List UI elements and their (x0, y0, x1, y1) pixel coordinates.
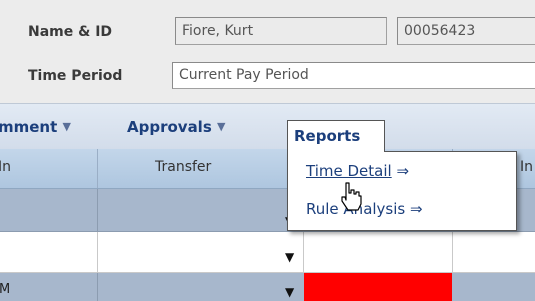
time-period-field[interactable]: Current Pay Period (172, 62, 535, 89)
transfer-dropdown-icon[interactable]: ▼ (285, 250, 294, 264)
cell-divider (452, 232, 453, 272)
employee-id-field[interactable]: 00056423 (397, 17, 535, 45)
time-period-label: Time Period (28, 68, 123, 84)
menu-reports-label: Reports (294, 127, 361, 145)
transfer-dropdown-icon[interactable]: ▼ (285, 285, 294, 299)
menu-comment[interactable]: mment ▼ (0, 118, 71, 136)
hand-cursor-icon (341, 182, 362, 211)
cell-divider (97, 273, 98, 301)
chevron-down-icon: ▼ (62, 120, 71, 133)
exception-cell[interactable] (304, 273, 452, 301)
cell-divider (303, 232, 304, 272)
name-id-label: Name & ID (28, 24, 113, 40)
menu-approvals-label: Approvals (127, 118, 212, 136)
reports-dropdown: Time Detail ⇒ Rule Analysis ⇒ (287, 151, 517, 231)
row-time-text: M (0, 282, 11, 297)
arrow-right-icon: ⇒ (396, 162, 410, 180)
time-detail-link[interactable]: Time Detail (306, 162, 392, 180)
menu-item-time-detail[interactable]: Time Detail ⇒ (306, 162, 409, 180)
name-field[interactable]: Fiore, Kurt (175, 17, 387, 45)
table-row: ▼ (0, 232, 535, 273)
menu-approvals[interactable]: Approvals ▼ (127, 118, 225, 136)
menu-reports[interactable]: Reports (287, 120, 385, 152)
arrow-right-icon: ⇒ (410, 200, 423, 218)
column-in[interactable]: In (0, 159, 11, 175)
table-row: M ▼ (0, 273, 535, 301)
chevron-down-icon: ▼ (217, 120, 226, 133)
column-transfer[interactable]: Transfer (155, 159, 211, 175)
cell-divider (97, 189, 98, 231)
timecard-header: Name & ID Fiore, Kurt 00056423 Time Peri… (0, 0, 535, 103)
column-in-2[interactable]: In (520, 159, 533, 175)
menu-comment-label: mment (0, 118, 58, 136)
column-divider (97, 149, 98, 188)
cell-divider (97, 232, 98, 272)
menu-bar: mment ▼ Approvals ▼ (0, 103, 535, 150)
